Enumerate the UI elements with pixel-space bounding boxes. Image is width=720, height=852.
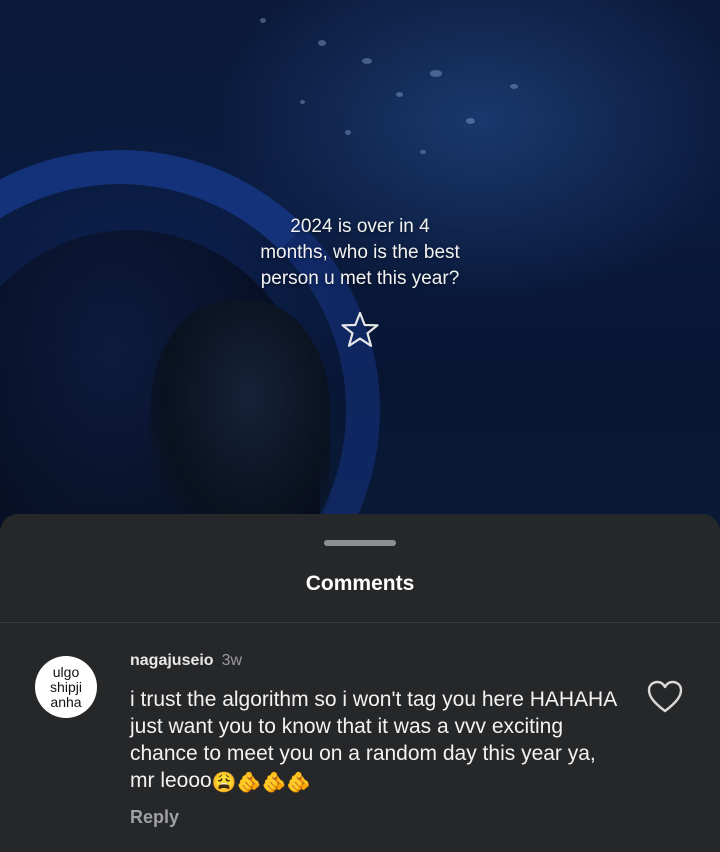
comment-text: i trust the algorithm so i won't tag you…: [130, 688, 617, 792]
comment-timestamp: 3w: [221, 652, 243, 669]
drag-handle[interactable]: [324, 540, 396, 546]
comment-username[interactable]: nagajuseio: [130, 652, 214, 669]
bubble: [300, 100, 305, 104]
heart-outline-icon[interactable]: [647, 680, 683, 714]
video-caption-line: 2024 is over in 4: [290, 216, 430, 237]
divider: [0, 622, 720, 623]
avatar-text-line: shipji: [50, 678, 82, 695]
comment-meta: nagajuseio 3w: [130, 652, 242, 670]
bubble: [396, 92, 403, 97]
avatar-text-line: anha: [50, 693, 82, 710]
bubble: [318, 40, 326, 46]
comments-title: Comments: [305, 572, 415, 595]
reply-button[interactable]: Reply: [130, 807, 179, 828]
comment-emojis: 😩🫵🫵🫵: [211, 772, 312, 794]
bubble: [260, 18, 266, 23]
comment-body: i trust the algorithm so i won't tag you…: [130, 686, 625, 794]
bubble: [466, 118, 475, 124]
avatar[interactable]: ulgo shipji anha: [35, 656, 97, 718]
video-caption: 2024 is over in 4 months, who is the bes…: [200, 214, 520, 292]
bubble: [430, 70, 442, 77]
avatar-text-line: ulgo: [52, 663, 80, 680]
video-caption-line: person u met this year?: [260, 268, 460, 289]
bubble: [510, 84, 518, 89]
comments-sheet: Comments ulgo shipji anha nagajuseio 3w i…: [0, 514, 720, 852]
video-background[interactable]: 2024 is over in 4 months, who is the bes…: [0, 0, 720, 540]
star-outline-icon: [341, 311, 379, 347]
bubble: [420, 150, 426, 154]
video-caption-line: months, who is the best: [260, 242, 460, 263]
bubble: [362, 58, 372, 64]
bubble: [345, 130, 351, 135]
person-silhouette: [150, 300, 330, 540]
